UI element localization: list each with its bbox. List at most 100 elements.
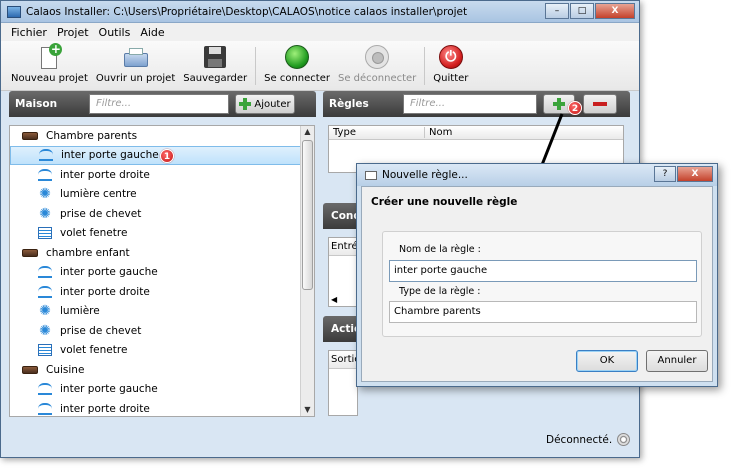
toolbar: + Nouveau projet Ouvrir un projet Sauveg… (1, 41, 639, 91)
plus-icon (239, 98, 252, 110)
menu-bar: Fichier Projet Outils Aide (1, 23, 639, 41)
rule-name-label: Nom de la règle : (399, 244, 481, 255)
scroll-left-icon[interactable]: ◀ (331, 295, 337, 304)
dialog-close-button[interactable]: X (677, 166, 713, 182)
item-label: volet fenetre (60, 227, 128, 240)
item-label: inter porte gauche (60, 383, 158, 396)
new-project-label: Nouveau projet (11, 73, 88, 84)
maison-header: Maison Filtre... Ajouter (9, 91, 316, 117)
disconnect-label: Se déconnecter (337, 73, 417, 84)
maximize-button[interactable]: □ (570, 3, 594, 19)
dialog-title: Nouvelle règle... (382, 169, 468, 181)
status-bar: Déconnecté. (546, 433, 631, 446)
tree-item[interactable]: volet fenetre (10, 341, 314, 361)
toolbar-separator (424, 47, 426, 85)
add-label: Ajouter (254, 98, 291, 110)
maison-filter-input[interactable]: Filtre... (89, 94, 229, 114)
room-label: Cuisine (46, 363, 85, 376)
menu-aide[interactable]: Aide (140, 26, 164, 39)
dialog-form-group: Nom de la règle : inter porte gauche Typ… (382, 231, 702, 337)
tree-item[interactable]: inter porte gauche (10, 380, 314, 400)
scroll-thumb[interactable] (302, 140, 313, 290)
item-label: lumière (60, 305, 100, 318)
item-label: prise de chevet (60, 324, 142, 337)
add-button[interactable]: Ajouter (235, 94, 295, 114)
switch-icon (38, 383, 52, 396)
annotation-badge-1: 1 (160, 148, 174, 163)
room-icon (22, 131, 38, 140)
scroll-up-icon[interactable]: ▲ (301, 126, 314, 138)
rule-type-field[interactable]: Chambre parents (389, 301, 697, 323)
open-project-button[interactable]: Ouvrir un projet (96, 45, 175, 84)
disconnect-icon (364, 45, 390, 71)
tree-item[interactable]: ✺ prise de chevet (10, 204, 314, 224)
rule-name-input[interactable]: inter porte gauche (389, 260, 697, 282)
tree-scrollbar[interactable]: ▲ ▼ (300, 126, 314, 416)
toolbar-separator (255, 47, 257, 85)
dialog-window-icon (365, 170, 377, 180)
rule-type-label: Type de la règle : (399, 286, 481, 297)
scroll-down-icon[interactable]: ▼ (301, 404, 314, 416)
actions-table: Sortie (328, 350, 360, 416)
dialog-heading: Créer une nouvelle règle (371, 196, 518, 208)
status-led-icon (617, 433, 631, 446)
tree-item[interactable]: inter porte droite (10, 165, 314, 185)
remove-rule-button[interactable] (583, 94, 617, 114)
item-label: inter porte gauche (61, 149, 159, 162)
tree-item[interactable]: inter porte droite (10, 282, 314, 302)
menu-outils[interactable]: Outils (99, 26, 131, 39)
new-document-icon: + (36, 43, 63, 71)
switch-icon (39, 149, 53, 162)
switch-icon (38, 285, 52, 298)
item-label: lumière centre (60, 188, 137, 201)
room-row[interactable]: chambre enfant (10, 243, 314, 263)
tree-item[interactable]: ✺ lumière (10, 302, 314, 322)
light-icon: ✺ (39, 205, 51, 222)
help-button[interactable]: ? (654, 166, 676, 182)
switch-icon (38, 266, 52, 279)
item-label: volet fenetre (60, 344, 128, 357)
item-label: inter porte droite (60, 285, 150, 298)
light-icon: ✺ (39, 303, 51, 320)
window-title: Calaos Installer: C:\Users\Propriétaire\… (26, 5, 468, 18)
quit-label: Quitter (433, 73, 469, 84)
app-icon (7, 5, 21, 18)
tree-item[interactable]: ✺ prise de chevet (10, 321, 314, 341)
disconnect-button[interactable]: Se déconnecter (338, 45, 416, 84)
conditions-table: Entrée ◀ (328, 237, 364, 307)
connect-button[interactable]: Se connecter (264, 45, 330, 84)
regles-header: Règles Filtre... 2 (323, 91, 630, 117)
floppy-icon (202, 45, 228, 71)
tree-item-selected[interactable]: inter porte gauche 1 (10, 145, 314, 165)
room-label: Chambre parents (46, 129, 138, 142)
tree-item[interactable]: volet fenetre (10, 224, 314, 244)
minus-icon (593, 102, 607, 106)
switch-icon (38, 168, 52, 181)
regles-filter-input[interactable]: Filtre... (403, 94, 537, 114)
menu-projet[interactable]: Projet (57, 26, 89, 39)
new-project-button[interactable]: + Nouveau projet (11, 43, 88, 84)
save-button[interactable]: Sauvegarder (183, 45, 247, 84)
tree-item[interactable]: inter porte gauche (10, 263, 314, 283)
room-row[interactable]: Chambre parents (10, 126, 314, 146)
room-icon (22, 248, 38, 257)
tree-item[interactable]: ✺ lumière centre (10, 185, 314, 205)
quit-button[interactable]: ⏻ Quitter (433, 45, 468, 84)
col-nom[interactable]: Nom (425, 127, 452, 138)
room-row[interactable]: Cuisine (10, 360, 314, 380)
dialog-body: Créer une nouvelle règle Nom de la règle… (361, 186, 713, 382)
title-bar: Calaos Installer: C:\Users\Propriétaire\… (1, 1, 639, 23)
minimize-button[interactable]: – (545, 3, 569, 19)
tree-item[interactable]: inter porte droite (10, 399, 314, 416)
status-text: Déconnecté. (546, 433, 613, 446)
col-entree[interactable]: Entrée (329, 238, 364, 256)
close-button[interactable]: X (595, 3, 635, 19)
light-icon: ✺ (39, 186, 51, 203)
menu-fichier[interactable]: Fichier (11, 26, 47, 39)
col-sortie[interactable]: Sortie (329, 351, 360, 369)
power-icon: ⏻ (438, 45, 464, 71)
connect-label: Se connecter (264, 73, 330, 84)
ok-button[interactable]: OK (576, 350, 638, 372)
cancel-button[interactable]: Annuler (646, 350, 708, 372)
col-type[interactable]: Type (329, 127, 425, 138)
